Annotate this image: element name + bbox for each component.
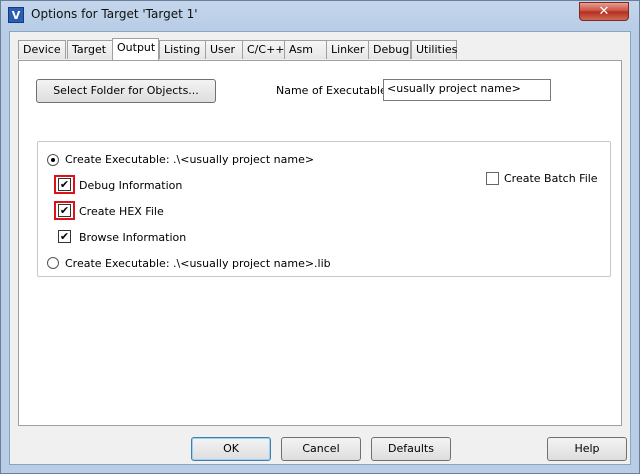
options-dialog: V Options for Target 'Target 1' ✕ Device… xyxy=(0,0,640,474)
create-hex-file-label: Create HEX File xyxy=(79,205,164,218)
ok-button[interactable]: OK xyxy=(191,437,271,461)
output-panel: Select Folder for Objects... Name of Exe… xyxy=(18,60,622,426)
tab-user[interactable]: User xyxy=(205,40,243,59)
window-title: Options for Target 'Target 1' xyxy=(31,7,198,21)
title-bar[interactable]: V Options for Target 'Target 1' ✕ xyxy=(1,1,639,29)
tab-debug[interactable]: Debug xyxy=(368,40,411,59)
app-icon: V xyxy=(8,7,24,23)
create-library-radio[interactable] xyxy=(47,257,59,269)
tab-cpp[interactable]: C/C++ xyxy=(242,40,285,59)
debug-info-label: Debug Information xyxy=(79,179,183,192)
create-batch-file-label: Create Batch File xyxy=(504,172,598,185)
select-folder-button[interactable]: Select Folder for Objects... xyxy=(36,79,216,103)
create-executable-radio[interactable] xyxy=(47,154,59,166)
close-icon: ✕ xyxy=(598,4,610,19)
close-button[interactable]: ✕ xyxy=(579,2,629,21)
tab-asm[interactable]: Asm xyxy=(284,40,327,59)
tab-target[interactable]: Target xyxy=(67,40,113,59)
tab-listing[interactable]: Listing xyxy=(159,40,206,59)
dialog-client: Device Target Output Listing User C/C++ … xyxy=(9,31,631,465)
tab-device[interactable]: Device xyxy=(18,40,66,59)
browse-info-label: Browse Information xyxy=(79,231,187,244)
tab-utilities[interactable]: Utilities xyxy=(411,40,457,59)
name-of-executable-input[interactable]: <usually project name> xyxy=(383,79,551,101)
help-button[interactable]: Help xyxy=(547,437,627,461)
create-library-label: Create Executable: .\<usually project na… xyxy=(65,257,331,270)
tab-linker[interactable]: Linker xyxy=(326,40,369,59)
radio-selected-dot xyxy=(51,158,55,162)
output-options-group: Create Executable: .\<usually project na… xyxy=(37,141,611,277)
browse-info-checkbox[interactable]: ✔ xyxy=(58,230,71,243)
defaults-button[interactable]: Defaults xyxy=(371,437,451,461)
debug-info-checkbox[interactable]: ✔ xyxy=(58,178,71,191)
name-of-executable-label: Name of Executable: xyxy=(276,84,391,97)
create-batch-file-checkbox[interactable] xyxy=(486,172,499,185)
create-executable-label: Create Executable: .\<usually project na… xyxy=(65,153,315,166)
create-hex-file-checkbox[interactable]: ✔ xyxy=(58,204,71,217)
tab-output[interactable]: Output xyxy=(112,38,159,60)
cancel-button[interactable]: Cancel xyxy=(281,437,361,461)
